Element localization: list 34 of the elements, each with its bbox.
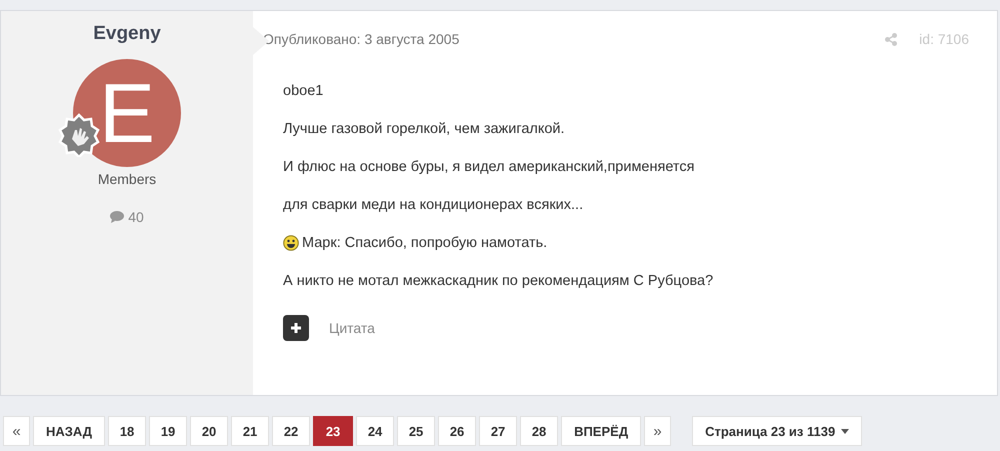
post-text: Марк: Спасибо, попробую намотать. <box>302 234 548 253</box>
post-text: для сварки меди на кондиционерах всяких... <box>283 196 584 215</box>
publish-date: Опубликовано: 3 августа 2005 <box>263 31 460 47</box>
page-select[interactable]: Страница 23 из 1139 <box>692 416 862 446</box>
next-button[interactable]: ВПЕРЁД <box>561 416 642 446</box>
caret-icon <box>841 428 850 434</box>
page-button[interactable]: 24 <box>356 416 394 446</box>
smiley-icon <box>283 235 299 251</box>
page-button[interactable]: 27 <box>479 416 518 446</box>
post-text: Лучше газовой горелкой, чем зажигалкой. <box>283 120 565 139</box>
comment-icon <box>110 211 124 223</box>
page-button[interactable]: 19 <box>149 416 188 446</box>
page-button[interactable]: 21 <box>231 416 270 446</box>
page-button[interactable]: 25 <box>397 416 436 446</box>
plus-icon <box>290 322 302 334</box>
page-button[interactable]: 22 <box>272 416 310 446</box>
page-button[interactable]: 26 <box>438 416 476 446</box>
quote-link[interactable]: Цитата <box>329 320 375 336</box>
multiquote-button[interactable] <box>283 315 309 341</box>
first-page-button[interactable]: « <box>3 416 30 446</box>
last-page-button[interactable]: » <box>644 416 672 446</box>
previous-button[interactable]: НАЗАД <box>33 416 106 446</box>
post-count: 40 <box>128 209 144 225</box>
page-button[interactable]: 18 <box>108 416 146 446</box>
post-text: А никто не мотал межкаскадник по рекомендациям С Рубцова? <box>283 272 714 291</box>
avatar[interactable]: E <box>73 59 181 167</box>
page-button[interactable]: 23 <box>313 416 354 446</box>
badge-icon <box>57 113 101 157</box>
page-button[interactable]: 28 <box>520 416 558 446</box>
author-name[interactable]: Evgeny <box>93 23 161 45</box>
post-text: oboe1 <box>283 82 324 101</box>
page-button[interactable]: 20 <box>190 416 228 446</box>
member-group: Members <box>98 171 156 187</box>
post-text: И флюс на основе буры, я видел американский,применяется <box>283 158 695 177</box>
